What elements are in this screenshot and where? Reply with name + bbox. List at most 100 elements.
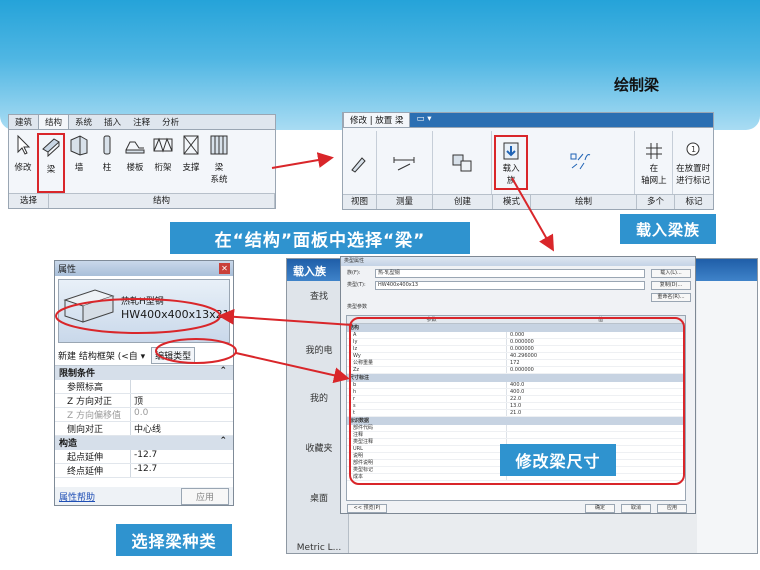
slide-title: 绘制梁 xyxy=(614,76,660,94)
tag-on-placement-button[interactable]: 1 在放置时 进行标记 xyxy=(673,131,713,194)
slide: 绘制梁 建筑 结构 系统 插入 注释 分析 修改 梁 墙 柱 楼板 桁架 支撑 … xyxy=(0,0,760,570)
type-selector[interactable]: 热轧H型钢 HW400x400x13x21 xyxy=(58,279,230,343)
place-beam-group-labels: 视图 测量 创建 模式 绘制 多个 标记 xyxy=(343,194,713,209)
on-axis-button[interactable]: 在 轴网上 xyxy=(635,131,674,194)
prop-row[interactable]: Z 方向偏移值 0.0 xyxy=(55,408,233,422)
place-computer[interactable]: 我的电 xyxy=(291,343,347,356)
lookin-label: 查找 xyxy=(309,292,328,302)
cancel-button[interactable]: 取消 xyxy=(621,504,651,513)
floor-button[interactable]: 楼板 xyxy=(121,133,149,193)
create-tools[interactable] xyxy=(433,131,493,194)
draw-tools[interactable] xyxy=(530,131,636,194)
group-view: 视图 xyxy=(343,195,377,209)
load-family-button[interactable]: 载入 族 xyxy=(494,135,528,190)
modify-button[interactable]: 修改 xyxy=(9,133,37,193)
ok-button[interactable]: 确定 xyxy=(585,504,615,513)
instance-filter-dropdown[interactable]: 新建 结构框架 (<自 ▾ xyxy=(58,349,145,362)
instance-selector: 新建 结构框架 (<自 ▾ 编辑类型 xyxy=(55,346,233,366)
file-list-area xyxy=(697,281,757,553)
apply-button[interactable]: 应用 xyxy=(180,487,229,505)
properties-help-link[interactable]: 属性帮助 xyxy=(59,490,95,503)
column-icon xyxy=(103,135,111,155)
ribbon-group-labels: 选择 结构 xyxy=(9,193,275,208)
properties-title-bar: 属性 ✕ xyxy=(55,261,233,276)
tab-annotate[interactable]: 注释 xyxy=(127,115,156,129)
column-button[interactable]: 柱 xyxy=(93,133,121,193)
beam-icon xyxy=(42,138,60,158)
eyedropper-icon xyxy=(351,156,367,173)
structure-tools: 修改 梁 墙 柱 楼板 桁架 支撑 梁 系统 xyxy=(9,130,275,193)
svg-text:1: 1 xyxy=(691,145,696,154)
tab-insert[interactable]: 插入 xyxy=(98,115,127,129)
measure-tools[interactable] xyxy=(377,131,433,194)
steel-beam-icon xyxy=(63,289,115,323)
close-icon[interactable]: ✕ xyxy=(219,263,230,274)
place-beam-tabs: 修改 | 放置 梁 ▭ ▾ xyxy=(343,113,713,128)
ribbon-place-beam: 修改 | 放置 梁 ▭ ▾ 载入 族 在 轴网上 1 在放置时 进行标记 视图 … xyxy=(342,112,714,210)
beam-system-button[interactable]: 梁 系统 xyxy=(205,133,233,193)
group-tag: 标记 xyxy=(685,197,703,207)
type-label: 类型(T): xyxy=(347,282,366,288)
place-metric-library[interactable]: Metric L... xyxy=(291,543,347,553)
properties-palette: 属性 ✕ 热轧H型钢 HW400x400x13x21 新建 结构框架 (<自 ▾… xyxy=(54,260,234,506)
prop-row[interactable]: 侧向对正 中心线 xyxy=(55,422,233,436)
group-create: 创建 xyxy=(433,195,493,209)
header-banner xyxy=(0,0,760,130)
family-dropdown[interactable]: 热-轧型钢 xyxy=(375,269,645,278)
arrow-to-place-beam xyxy=(271,152,334,169)
measure-icon xyxy=(393,156,415,170)
cursor-arrow-icon xyxy=(17,134,31,155)
tag-icon: 1 xyxy=(686,142,700,155)
properties-footer: 属性帮助 应用 xyxy=(55,487,233,505)
grid-axis-icon xyxy=(645,142,662,159)
ribbon-tabs: 建筑 结构 系统 插入 注释 分析 xyxy=(9,115,275,130)
tab-systems[interactable]: 系统 xyxy=(69,115,98,129)
tab-contextual-dropdown[interactable]: ▭ ▾ xyxy=(410,113,437,127)
callout-modify-size: 修改梁尺寸 xyxy=(500,444,616,476)
prop-row[interactable]: Z 方向对正顶 xyxy=(55,394,233,408)
section-constraints[interactable]: 限制条件 ⌃ xyxy=(55,366,233,380)
tab-analyze[interactable]: 分析 xyxy=(156,115,185,129)
section-geometry[interactable]: 构造 ⌃ xyxy=(55,436,233,450)
truss-button[interactable]: 桁架 xyxy=(149,133,177,193)
group-mode: 模式 xyxy=(493,195,531,209)
prop-row[interactable]: 起点延伸 -12.7 xyxy=(55,450,233,464)
brace-icon xyxy=(183,135,199,155)
group-measure: 测量 xyxy=(377,195,433,209)
prop-row[interactable]: 终点延伸 -12.7 xyxy=(55,464,233,478)
dialog-title: 类型属性 xyxy=(341,257,695,266)
load-button[interactable]: 载入(L)... xyxy=(651,269,691,278)
create-group-icon xyxy=(452,154,472,171)
callout-select-beam: 在“结构”面板中选择“梁” xyxy=(170,222,470,254)
dialog-apply-button[interactable]: 应用 xyxy=(657,504,687,513)
place-desktop[interactable]: 桌面 xyxy=(291,491,347,504)
beam-system-icon xyxy=(210,135,228,155)
place-documents[interactable]: 我的 xyxy=(291,391,347,404)
group-select: 选择 xyxy=(9,194,49,208)
wall-icon xyxy=(70,135,88,156)
type-dropdown[interactable]: HW400x400x13 xyxy=(375,281,645,290)
ribbon-structure: 建筑 结构 系统 插入 注释 分析 修改 梁 墙 柱 楼板 桁架 支撑 梁 系统… xyxy=(8,114,276,209)
group-draw: 绘制 xyxy=(531,195,637,209)
place-favorites[interactable]: 收藏夹 xyxy=(291,441,347,454)
edit-type-button[interactable]: 编辑类型 xyxy=(151,347,196,364)
load-family-icon xyxy=(503,142,519,159)
rename-button[interactable]: 重命名(R)... xyxy=(651,293,691,302)
group-multiple: 多个 xyxy=(637,195,675,209)
type-parameters-label: 类型参数 xyxy=(347,304,368,310)
view-tools[interactable] xyxy=(343,131,377,194)
draw-shapes-icon xyxy=(570,153,591,169)
tab-modify-place-beam[interactable]: 修改 | 放置 梁 xyxy=(343,113,411,127)
group-structure: 结构 xyxy=(49,194,275,208)
wall-button[interactable]: 墙 xyxy=(65,133,93,193)
place-beam-tools: 载入 族 在 轴网上 1 在放置时 进行标记 xyxy=(343,128,713,194)
beam-button[interactable]: 梁 xyxy=(37,133,65,193)
family-label: 族(F): xyxy=(347,270,361,276)
tab-structure[interactable]: 结构 xyxy=(38,115,70,129)
callout-select-type: 选择梁种类 xyxy=(116,524,232,556)
preview-button[interactable]: << 预览(P) xyxy=(347,504,387,513)
duplicate-button[interactable]: 复制(D)... xyxy=(651,281,691,290)
prop-row[interactable]: 参照标高 xyxy=(55,380,233,394)
brace-button[interactable]: 支撑 xyxy=(177,133,205,193)
tab-architecture[interactable]: 建筑 xyxy=(9,115,38,129)
